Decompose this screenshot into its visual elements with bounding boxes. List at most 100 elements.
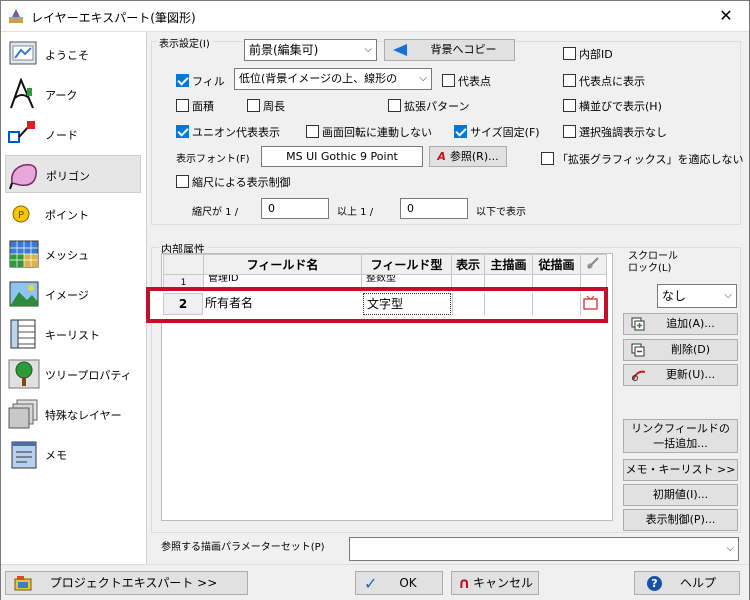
- help-button[interactable]: ? ヘルプ: [634, 571, 740, 595]
- horizontal-display-label: 横並びで表示(H): [579, 100, 662, 113]
- apply-extended-graphics-checkbox[interactable]: [541, 152, 554, 165]
- initial-value-button[interactable]: 初期値(I)...: [623, 484, 738, 506]
- header-sub-draw[interactable]: 従描画: [531, 254, 581, 275]
- scroll-lock-select[interactable]: なし ⌵: [657, 284, 737, 308]
- sidebar-item-polygon[interactable]: ポリゴン: [5, 155, 141, 193]
- header-main-draw[interactable]: 主描画: [483, 254, 533, 275]
- cancel-button[interactable]: ∩ キャンセル: [451, 571, 539, 595]
- scale-min-field[interactable]: 0: [261, 198, 329, 219]
- header-num: [163, 254, 204, 275]
- scale-control-label: 縮尺による表示制御: [192, 176, 291, 189]
- no-rotation-label: 画面回転に連動しない: [322, 126, 432, 139]
- sidebar-item-special-layer[interactable]: 特殊なレイヤー: [5, 395, 141, 433]
- horizontal-display-checkbox[interactable]: [563, 99, 576, 112]
- update-field-button[interactable]: 更新(U)...: [623, 364, 738, 386]
- cell-divider: [580, 293, 581, 315]
- undo-icon: ∩: [458, 574, 471, 592]
- sidebar-item-tree-property[interactable]: ツリープロパティ: [5, 355, 141, 393]
- union-display-checkbox[interactable]: [176, 125, 189, 138]
- window-title: レイヤーエキスパート(筆図形): [31, 11, 196, 25]
- size-fixed-label: サイズ固定(F): [470, 126, 540, 139]
- sidebar-item-point[interactable]: P ポイント: [5, 195, 141, 233]
- update-icon: [632, 370, 646, 381]
- welcome-icon: [9, 41, 37, 65]
- sidebar-item-image[interactable]: イメージ: [5, 275, 141, 313]
- chevron-down-icon: ⌵: [726, 543, 734, 554]
- scroll-lock-value: なし: [662, 289, 687, 303]
- project-expert-button[interactable]: プロジェクトエキスパート >>: [5, 571, 248, 595]
- cell-divider: [452, 293, 453, 315]
- layer-mode-value: 前景(編集可): [249, 43, 319, 57]
- header-link-cell: [579, 254, 608, 275]
- arc-icon: [10, 78, 34, 109]
- sidebar-item-label: ノード: [45, 129, 78, 142]
- fill-checkbox[interactable]: [176, 74, 189, 87]
- node-icon: [8, 121, 35, 143]
- sidebar-item-mesh[interactable]: メッシュ: [5, 235, 141, 273]
- row-type[interactable]: 文字型: [363, 293, 451, 315]
- scale-max-field[interactable]: 0: [400, 198, 468, 219]
- update-field-label: 更新(U)...: [665, 368, 716, 381]
- memo-icon: [11, 441, 37, 469]
- representative-point-checkbox[interactable]: [442, 74, 455, 87]
- font-field[interactable]: MS UI Gothic 9 Point: [261, 146, 423, 167]
- sidebar-item-memo[interactable]: メモ: [5, 435, 141, 473]
- scale-control-checkbox[interactable]: [176, 175, 189, 188]
- selection-highlight-checkbox[interactable]: [563, 125, 576, 138]
- display-control-button[interactable]: 表示制御(P)...: [623, 509, 738, 531]
- param-set-select[interactable]: ⌵: [349, 537, 739, 561]
- close-button[interactable]: ✕: [703, 1, 749, 32]
- copy-to-background-button[interactable]: 背景へコピー: [384, 39, 515, 61]
- memo-keylist-button[interactable]: メモ・キーリスト >>: [623, 459, 738, 481]
- sidebar: ようこそ アーク ノード ポリゴン P ポイント メッシュ イメージ キーリスト: [1, 32, 147, 564]
- help-icon: ?: [647, 576, 662, 591]
- perimeter-checkbox[interactable]: [247, 99, 260, 112]
- sidebar-item-label: キーリスト: [45, 329, 100, 342]
- extended-pattern-checkbox[interactable]: [388, 99, 401, 112]
- sidebar-item-label: アーク: [45, 89, 78, 102]
- chevron-down-icon: ⌵: [724, 290, 732, 301]
- sidebar-item-keylist[interactable]: キーリスト: [5, 315, 141, 353]
- project-icon: [14, 576, 32, 591]
- font-ref-button[interactable]: A 参照(R)...: [429, 146, 507, 167]
- sidebar-item-arc[interactable]: アーク: [5, 75, 141, 113]
- internal-id-checkbox[interactable]: [563, 47, 576, 60]
- sidebar-item-label: ようこそ: [45, 49, 89, 62]
- area-checkbox[interactable]: [176, 99, 189, 112]
- sidebar-item-welcome[interactable]: ようこそ: [5, 35, 141, 73]
- sidebar-item-label: メモ: [45, 449, 67, 462]
- layer-mode-select[interactable]: 前景(編集可) ⌵: [244, 39, 377, 61]
- layer-expert-window: レイヤーエキスパート(筆図形) ✕ ようこそ アーク ノード ポリゴン P ポイ…: [0, 0, 750, 600]
- size-fixed-checkbox[interactable]: [454, 125, 467, 138]
- row-name[interactable]: 所有者名: [203, 293, 361, 315]
- sidebar-item-node[interactable]: ノード: [5, 115, 141, 153]
- keylist-icon: [10, 319, 36, 349]
- sidebar-item-label: メッシュ: [45, 249, 89, 262]
- header-display[interactable]: 表示: [450, 254, 485, 275]
- edit-link-icon[interactable]: [583, 295, 599, 311]
- no-rotation-checkbox[interactable]: [306, 125, 319, 138]
- sidebar-item-label: イメージ: [45, 289, 89, 302]
- add-icon: [631, 317, 645, 331]
- font-label: 表示フォント(F): [176, 154, 250, 165]
- chevron-down-icon: ⌵: [364, 44, 372, 55]
- extended-pattern-label: 拡張パターン: [404, 100, 470, 113]
- show-at-rep-point-checkbox[interactable]: [563, 74, 576, 87]
- fill-mode-value: 低位(背景イメージの上、線形の: [239, 72, 398, 85]
- delete-icon: [631, 343, 645, 357]
- delete-field-button[interactable]: 削除(D): [623, 339, 738, 361]
- header-field-name[interactable]: フィールド名: [202, 254, 362, 275]
- header-field-type[interactable]: フィールド型: [360, 254, 452, 275]
- add-field-label: 追加(A)...: [666, 317, 715, 330]
- fill-mode-select[interactable]: 低位(背景イメージの上、線形の ⌵: [234, 68, 432, 90]
- sidebar-item-label: 特殊なレイヤー: [45, 409, 122, 422]
- font-ref-label: 参照(R)...: [449, 150, 499, 163]
- delete-field-label: 削除(D): [670, 343, 711, 356]
- bulk-add-link-button[interactable]: リンクフィールドの 一括追加...: [623, 419, 738, 453]
- add-field-button[interactable]: 追加(A)...: [623, 313, 738, 335]
- ok-button[interactable]: ✓ OK: [355, 571, 443, 595]
- image-icon: [9, 281, 39, 307]
- cell-divider: [532, 293, 533, 315]
- special-layer-icon: [8, 399, 38, 429]
- display-settings-label: 表示設定(I): [157, 35, 212, 50]
